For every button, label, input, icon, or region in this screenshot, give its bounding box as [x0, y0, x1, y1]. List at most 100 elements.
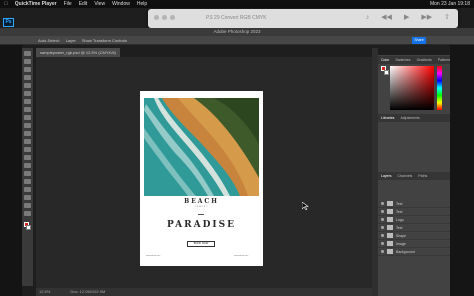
- tab-layers[interactable]: Layers: [381, 172, 392, 180]
- layer-name: Shape: [396, 233, 407, 238]
- layer-row[interactable]: Shape: [378, 232, 450, 240]
- tab-libraries[interactable]: Libraries: [381, 114, 394, 122]
- beach-aerial-photo: [144, 98, 259, 196]
- minimize-dot-icon[interactable]: [162, 15, 167, 20]
- poster-footer-left: www.website.com: [146, 255, 161, 257]
- share-icon[interactable]: ⇧: [444, 13, 450, 23]
- hue-slider[interactable]: [437, 66, 442, 110]
- lasso-tool-icon[interactable]: [24, 67, 31, 72]
- forward-icon[interactable]: ▶▶: [421, 13, 432, 23]
- poster-headline: PARADISE: [167, 220, 236, 230]
- layer-row[interactable]: Text: [378, 200, 450, 208]
- mouse-cursor-icon: [302, 202, 309, 210]
- zoom-dot-icon[interactable]: [170, 15, 175, 20]
- menu-view[interactable]: View: [94, 0, 105, 8]
- eye-icon[interactable]: [381, 210, 384, 213]
- layer-thumbnail: [387, 201, 393, 206]
- shape-tool-icon[interactable]: [24, 195, 31, 200]
- layer-name: Text: [396, 209, 403, 214]
- eye-icon[interactable]: [381, 226, 384, 229]
- library-panel-tabs: Libraries Adjustments: [378, 114, 450, 122]
- layer-row[interactable]: Background: [378, 248, 450, 256]
- gradient-tool-icon[interactable]: [24, 147, 31, 152]
- status-bar: 12.5% Doc: 12.0M/102.9M: [36, 288, 372, 296]
- fg-bg-swatches[interactable]: [22, 222, 33, 236]
- poster-book-button: BOOK NOW: [187, 241, 215, 247]
- eraser-tool-icon[interactable]: [24, 139, 31, 144]
- frame-tool-icon[interactable]: [24, 91, 31, 96]
- layer-name: Background: [396, 249, 415, 254]
- auto-select-label[interactable]: Auto-Select:: [38, 36, 60, 44]
- eyedropper-tool-icon[interactable]: [24, 99, 31, 104]
- tab-patterns[interactable]: Patterns: [438, 56, 450, 64]
- layer-row[interactable]: Text: [378, 208, 450, 216]
- layer-row[interactable]: Text: [378, 224, 450, 232]
- poster-subtitle: TRAVEL: [194, 206, 209, 208]
- apple-icon[interactable]: : [4, 0, 8, 8]
- poster-divider: [198, 214, 204, 215]
- close-dot-icon[interactable]: [154, 15, 159, 20]
- color-picker-field[interactable]: [390, 66, 434, 110]
- layer-thumbnail: [387, 217, 393, 222]
- eye-icon[interactable]: [381, 250, 384, 253]
- tab-channels[interactable]: Channels: [398, 172, 413, 180]
- share-button[interactable]: Share: [412, 37, 426, 44]
- layer-name: Image: [396, 241, 406, 246]
- move-tool-icon[interactable]: [24, 51, 31, 56]
- photoshop-titlebar: Adobe Photoshop 2023: [0, 28, 474, 36]
- show-transform-checkbox[interactable]: Show Transform Controls: [82, 36, 127, 44]
- crop-tool-icon[interactable]: [24, 83, 31, 88]
- play-icon[interactable]: ▶: [404, 13, 409, 23]
- volume-icon[interactable]: ♪: [366, 13, 370, 23]
- layer-thumbnail: [387, 233, 393, 238]
- eye-icon[interactable]: [381, 242, 384, 245]
- app-menu[interactable]: QuickTime Player: [15, 0, 57, 8]
- tab-adjustments[interactable]: Adjustments: [400, 114, 419, 122]
- tab-gradients[interactable]: Gradients: [417, 56, 432, 64]
- select-tool-icon[interactable]: [24, 75, 31, 80]
- menu-file[interactable]: File: [64, 0, 72, 8]
- menu-edit[interactable]: Edit: [79, 0, 88, 8]
- tab-paths[interactable]: Paths: [418, 172, 427, 180]
- background-color-swatch[interactable]: [26, 225, 31, 230]
- layer-row[interactable]: Logo: [378, 216, 450, 224]
- tools-panel: [22, 48, 33, 286]
- poster-footer-right: www.website.com: [234, 255, 249, 257]
- blur-tool-icon[interactable]: [24, 155, 31, 160]
- eye-icon[interactable]: [381, 234, 384, 237]
- rewind-icon[interactable]: ◀◀: [381, 13, 392, 23]
- menu-help[interactable]: Help: [137, 0, 147, 8]
- layer-thumbnail: [387, 209, 393, 214]
- tab-swatches[interactable]: Swatches: [395, 56, 410, 64]
- menu-window[interactable]: Window: [112, 0, 130, 8]
- panel-background-swatch[interactable]: [384, 70, 389, 75]
- quicktime-recording-window[interactable]: PS 29 Convert RGB CMYK ♪ ◀◀ ▶ ▶▶ ⇧: [148, 9, 458, 28]
- path-select-icon[interactable]: [24, 187, 31, 192]
- color-panel-tabs: Color Swatches Gradients Patterns: [378, 56, 450, 64]
- poster-title: BEACH: [184, 198, 219, 205]
- mac-menubar:  QuickTime Player File Edit View Window…: [0, 0, 474, 8]
- layer-thumbnail: [387, 225, 393, 230]
- eye-icon[interactable]: [381, 202, 384, 205]
- zoom-tool-icon[interactable]: [24, 211, 31, 216]
- photoshop-logo-icon[interactable]: Ps: [3, 18, 14, 27]
- layers-panel-tabs: Layers Channels Paths: [378, 172, 450, 180]
- marquee-tool-icon[interactable]: [24, 59, 31, 64]
- layer-thumbnail: [387, 249, 393, 254]
- desktop-left: [0, 45, 22, 296]
- pen-tool-icon[interactable]: [24, 171, 31, 176]
- zoom-level[interactable]: 12.5%: [39, 288, 50, 296]
- history-brush-icon[interactable]: [24, 131, 31, 136]
- tab-color[interactable]: Color: [381, 56, 389, 64]
- healing-tool-icon[interactable]: [24, 107, 31, 112]
- type-tool-icon[interactable]: [24, 179, 31, 184]
- window-controls: [154, 15, 175, 20]
- eye-icon[interactable]: [381, 218, 384, 221]
- layer-select[interactable]: Layer: [66, 36, 76, 44]
- hand-tool-icon[interactable]: [24, 203, 31, 208]
- brush-tool-icon[interactable]: [24, 115, 31, 120]
- stamp-tool-icon[interactable]: [24, 123, 31, 128]
- dodge-tool-icon[interactable]: [24, 163, 31, 168]
- document-tab[interactable]: sampleposter_rgb.psd @ 12.5% (CMYK/8): [36, 48, 120, 57]
- layer-name: Logo: [396, 217, 404, 222]
